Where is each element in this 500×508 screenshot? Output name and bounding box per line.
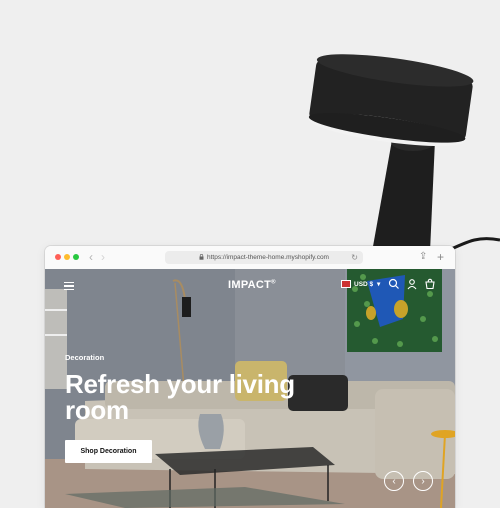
cart-icon[interactable] (424, 278, 436, 290)
address-url: https://impact-theme-home.myshopify.com (207, 254, 329, 261)
chevron-down-icon: ▾ (376, 281, 381, 288)
shop-decoration-button[interactable]: Shop Decoration (65, 440, 152, 463)
minimize-window-button[interactable] (64, 254, 70, 260)
forward-icon[interactable]: › (101, 250, 105, 264)
registered-mark: ® (271, 279, 276, 286)
close-window-button[interactable] (55, 254, 61, 260)
search-icon[interactable] (388, 278, 400, 290)
address-bar[interactable]: https://impact-theme-home.myshopify.com … (165, 251, 363, 264)
store-page: IMPACT® USD $ ▾ Decoration Refresh your … (45, 269, 455, 508)
reload-icon[interactable]: ↻ (351, 251, 358, 264)
share-icon[interactable]: ⇪ (419, 250, 427, 264)
next-slide-button[interactable]: › (413, 471, 433, 491)
account-icon[interactable] (406, 278, 418, 290)
lock-icon (199, 254, 204, 260)
browser-toolbar: ‹ › https://impact-theme-home.myshopify.… (45, 246, 455, 270)
chevron-left-icon: ‹ (392, 476, 396, 487)
currency-label: USD $ (354, 281, 374, 288)
hero-title: Refresh your living room (65, 369, 295, 425)
previous-slide-button[interactable]: ‹ (384, 471, 404, 491)
new-tab-icon[interactable]: + (437, 250, 444, 264)
us-flag-icon (341, 280, 351, 289)
menu-icon[interactable] (64, 282, 74, 291)
maximize-window-button[interactable] (73, 254, 79, 260)
browser-window: ‹ › https://impact-theme-home.myshopify.… (45, 246, 455, 508)
currency-selector[interactable]: USD $ ▾ (341, 280, 381, 289)
store-logo[interactable]: IMPACT® (228, 279, 276, 291)
store-logo-text: IMPACT (228, 279, 272, 291)
hero-kicker: Decoration (65, 353, 105, 362)
chevron-right-icon: › (421, 476, 425, 487)
decorative-lamp-image (308, 54, 500, 254)
back-icon[interactable]: ‹ (89, 250, 93, 264)
